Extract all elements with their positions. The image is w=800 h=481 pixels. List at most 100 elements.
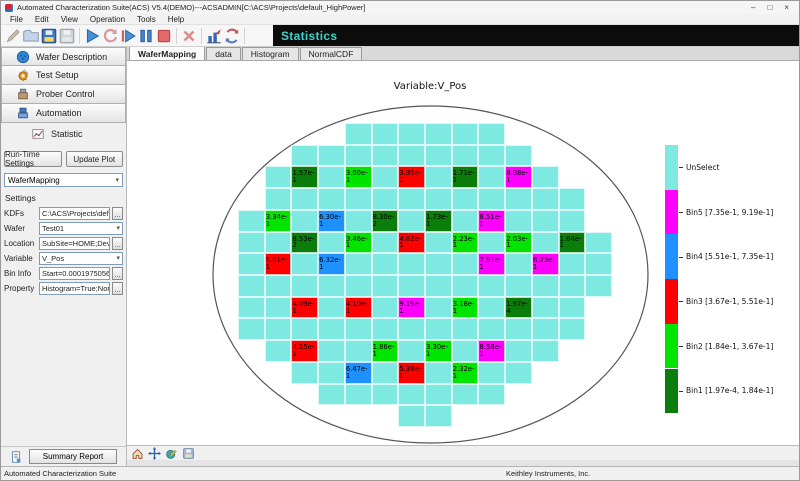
wafer-cell[interactable]: [398, 253, 425, 275]
wafer-cell[interactable]: [265, 275, 292, 297]
wafer-cell[interactable]: [372, 297, 399, 319]
wafer-cell[interactable]: [505, 188, 532, 210]
wafer-cell[interactable]: [345, 210, 372, 232]
wafer-cell[interactable]: [318, 384, 345, 406]
field-input-property[interactable]: Histogram=True;Norm: [39, 282, 110, 295]
wafer-cell[interactable]: 4.10e-1: [345, 297, 372, 319]
wafer-cell[interactable]: [532, 188, 559, 210]
wafer-cell[interactable]: [372, 384, 399, 406]
wafer-cell[interactable]: [505, 362, 532, 384]
wafer-cell[interactable]: [505, 318, 532, 340]
wafer-cell[interactable]: [318, 166, 345, 188]
home-icon[interactable]: [131, 447, 144, 460]
wafer-cell[interactable]: [345, 145, 372, 167]
menu-item-help[interactable]: Help: [162, 15, 190, 24]
wafer-cell[interactable]: [398, 384, 425, 406]
wafer-cell[interactable]: [532, 210, 559, 232]
wafer-cell[interactable]: 2.23e-1: [452, 232, 479, 254]
tab-histogram[interactable]: Histogram: [242, 47, 299, 60]
wafer-cell[interactable]: [425, 188, 452, 210]
wafer-cell[interactable]: [452, 340, 479, 362]
wafer-cell[interactable]: [318, 362, 345, 384]
wafer-cell[interactable]: 3.18e-1: [452, 297, 479, 319]
wafer-cell[interactable]: [425, 297, 452, 319]
wafer-cell[interactable]: [265, 318, 292, 340]
wafer-cell[interactable]: [372, 123, 399, 145]
wafer-cell[interactable]: [478, 232, 505, 254]
browse-button[interactable]: …: [112, 207, 123, 220]
wafer-cell[interactable]: [452, 123, 479, 145]
wafer-cell[interactable]: [398, 145, 425, 167]
print-icon[interactable]: [58, 27, 76, 45]
wafer-cell[interactable]: [585, 232, 612, 254]
wafer-cell[interactable]: [452, 318, 479, 340]
wafer-cell[interactable]: [425, 275, 452, 297]
wafer-cell[interactable]: [532, 275, 559, 297]
wafer-cell[interactable]: [345, 253, 372, 275]
wafer-cell[interactable]: [372, 253, 399, 275]
wafer-cell[interactable]: [238, 210, 265, 232]
pencil-icon[interactable]: [4, 27, 22, 45]
sidebar-item-statistic[interactable]: Statistic: [1, 123, 126, 145]
wafer-cell[interactable]: [398, 188, 425, 210]
wafer-cell[interactable]: [585, 253, 612, 275]
wafer-cell[interactable]: 9.19e-1: [398, 297, 425, 319]
wafer-cell[interactable]: 6.47e-1: [345, 362, 372, 384]
browse-button[interactable]: …: [112, 267, 123, 280]
wafer-cell[interactable]: [532, 166, 559, 188]
wafer-cell[interactable]: [478, 297, 505, 319]
wafer-cell[interactable]: [425, 253, 452, 275]
wafer-cell[interactable]: [345, 384, 372, 406]
wafer-cell[interactable]: [452, 275, 479, 297]
wafer-cell[interactable]: [478, 275, 505, 297]
pause-icon[interactable]: [137, 27, 155, 45]
pan-icon[interactable]: [148, 447, 161, 460]
menu-item-file[interactable]: File: [4, 15, 29, 24]
chevron-down-icon[interactable]: ▾: [116, 224, 120, 232]
menu-item-operation[interactable]: Operation: [84, 15, 131, 24]
wafer-cell[interactable]: [265, 297, 292, 319]
chart-icon[interactable]: [205, 27, 223, 45]
wafer-cell[interactable]: [478, 362, 505, 384]
wafer-cell[interactable]: [398, 275, 425, 297]
wafer-cell[interactable]: [372, 145, 399, 167]
wafer-cell[interactable]: 2.03e-1: [505, 232, 532, 254]
wafer-cell[interactable]: [532, 297, 559, 319]
wafer-cell[interactable]: 6.30e-1: [318, 210, 345, 232]
wafer-cell[interactable]: 7.93e-1: [478, 253, 505, 275]
plot-type-select[interactable]: WaferMapping ▾: [4, 173, 123, 187]
wafer-cell[interactable]: [265, 166, 292, 188]
loop-run-icon[interactable]: [101, 27, 119, 45]
wafer-cell[interactable]: [478, 318, 505, 340]
save-icon[interactable]: [40, 27, 58, 45]
wafer-cell[interactable]: 8.08e-1: [505, 166, 532, 188]
sidebar-item-wafer-description[interactable]: Wafer Description: [1, 47, 126, 66]
wafer-cell[interactable]: 1.73e-1: [425, 210, 452, 232]
wafer-cell[interactable]: [398, 405, 425, 427]
abort-icon[interactable]: [180, 27, 198, 45]
close-button[interactable]: ×: [784, 4, 789, 12]
wafer-cell[interactable]: [238, 275, 265, 297]
wafer-cell[interactable]: [265, 232, 292, 254]
wafer-cell[interactable]: 3.34e-1: [265, 210, 292, 232]
step-run-icon[interactable]: [119, 27, 137, 45]
wafer-cell[interactable]: [559, 297, 586, 319]
wafer-cell[interactable]: [425, 405, 452, 427]
tab-normalcdf[interactable]: NormalCDF: [300, 47, 363, 60]
wafer-cell[interactable]: [372, 362, 399, 384]
wafer-cell[interactable]: [478, 166, 505, 188]
wafer-cell[interactable]: 3.95e-1: [398, 166, 425, 188]
wafer-cell[interactable]: [425, 318, 452, 340]
wafer-cell[interactable]: 8.23e-1: [532, 253, 559, 275]
wafer-cell[interactable]: [425, 166, 452, 188]
wafer-cell[interactable]: [532, 318, 559, 340]
wafer-cell[interactable]: 3.30e-1: [425, 340, 452, 362]
wafer-cell[interactable]: [559, 210, 586, 232]
wafer-cell[interactable]: [398, 340, 425, 362]
wafer-cell[interactable]: [559, 318, 586, 340]
field-input-location[interactable]: SubSite=HOME;Devices: [39, 237, 110, 250]
edit-icon[interactable]: [165, 447, 178, 460]
wafer-cell[interactable]: [238, 232, 265, 254]
wafer-cell[interactable]: [452, 145, 479, 167]
wafer-cell[interactable]: [425, 362, 452, 384]
